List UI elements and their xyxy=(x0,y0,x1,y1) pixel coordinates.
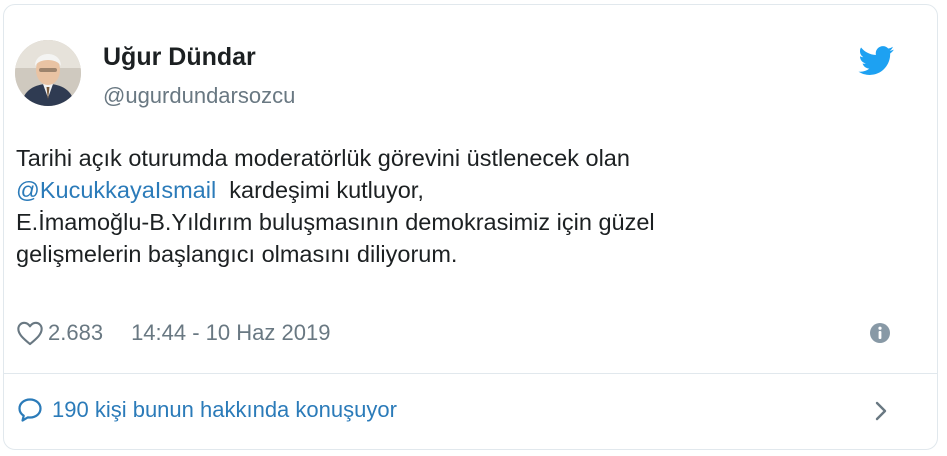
timestamp[interactable]: 14:44 - 10 Haz 2019 xyxy=(131,320,330,346)
tweet-text-line: E.İmamoğlu-B.Yıldırım buluşmasının demok… xyxy=(16,209,655,235)
heart-icon[interactable] xyxy=(16,320,44,346)
twitter-bird-icon[interactable] xyxy=(858,46,895,76)
tweet-text-fragment: kardeşimi kutluyor, xyxy=(216,177,424,203)
mention-link[interactable]: @KucukkayaIsmail xyxy=(16,177,216,203)
conversation-link[interactable]: 190 kişi bunun hakkında konuşuyor xyxy=(16,394,397,426)
tweet-text-line: gelişmelerin başlangıcı olmasını diliyor… xyxy=(16,241,458,267)
avatar[interactable] xyxy=(15,40,81,106)
speech-bubble-icon xyxy=(18,398,42,422)
author-handle[interactable]: @ugurdundarsozcu xyxy=(103,83,295,109)
author-name[interactable]: Uğur Dündar xyxy=(103,43,256,72)
tweet-text-line: Tarihi açık oturumda moderatörlük görevi… xyxy=(16,145,630,171)
like-count[interactable]: 2.683 xyxy=(48,320,103,346)
tweet-text-line: @KucukkayaIsmail kardeşimi kutluyor, xyxy=(16,174,896,206)
divider xyxy=(4,373,937,374)
info-icon[interactable] xyxy=(867,320,893,346)
tweet-text: Tarihi açık oturumda moderatörlük görevi… xyxy=(16,142,896,270)
chevron-right-icon[interactable] xyxy=(870,397,892,425)
tweet-meta: 2.683 14:44 - 10 Haz 2019 xyxy=(16,318,330,348)
conversation-label[interactable]: 190 kişi bunun hakkında konuşuyor xyxy=(52,397,397,423)
